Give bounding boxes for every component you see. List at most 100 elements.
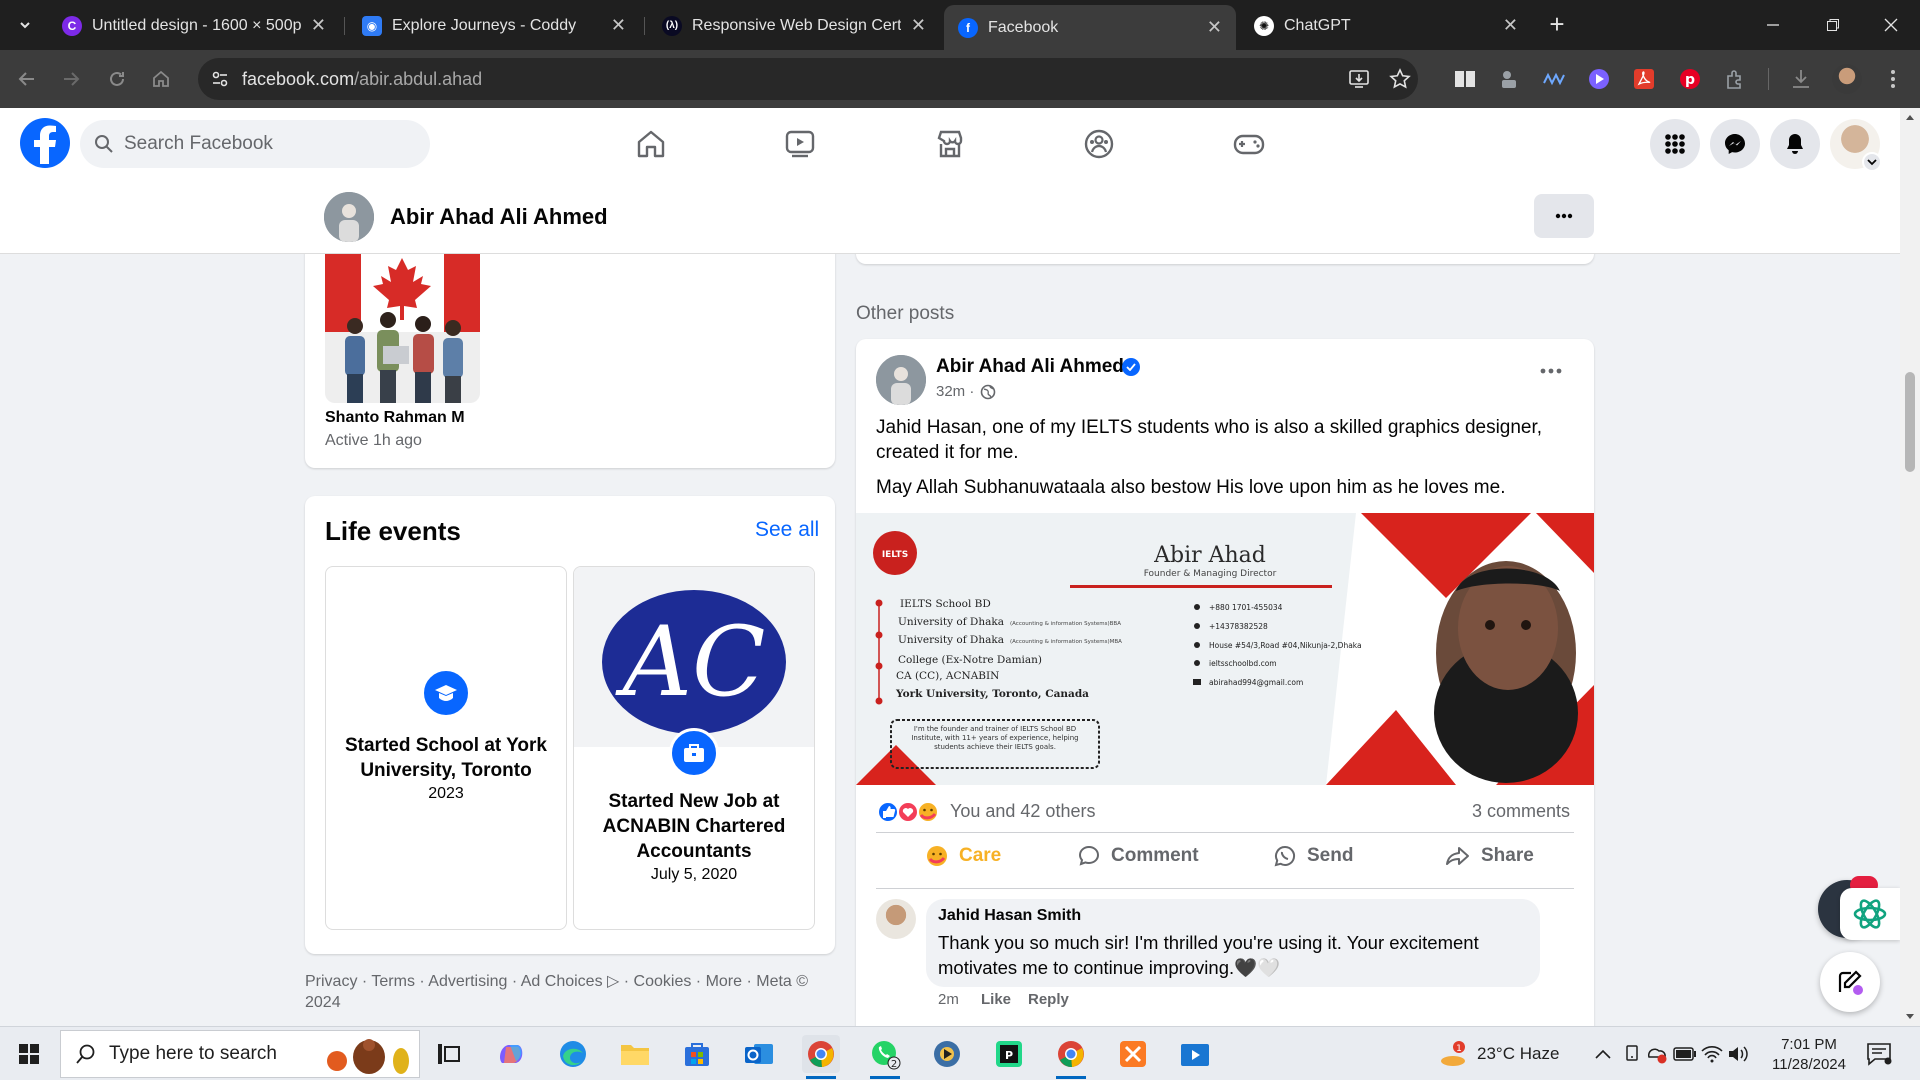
send-button[interactable]: Send [1273,834,1353,878]
edge-browser-icon[interactable] [554,1035,592,1073]
compose-message-icon[interactable] [1820,952,1880,1012]
close-tab-icon[interactable]: ✕ [311,15,326,36]
restore-icon[interactable] [1820,12,1846,38]
reload-icon[interactable] [104,66,130,92]
friend-photo[interactable] [325,254,480,403]
comment-time[interactable]: 2m [938,991,959,1008]
browser-tab[interactable]: ◉ Explore Journeys - Coddy ✕ [348,7,640,44]
video-player-icon[interactable] [1176,1035,1214,1073]
comment-count[interactable]: 3 comments [1472,801,1570,822]
copilot-icon[interactable] [492,1035,530,1073]
nav-gaming-icon[interactable] [1227,122,1271,166]
commenter-avatar[interactable] [876,899,916,939]
weather-text[interactable]: 23°C Haze [1477,1044,1559,1064]
life-event-tile[interactable]: Started School at York University, Toron… [325,566,567,930]
address-bar[interactable]: facebook.com/abir.abdul.ahad [198,58,1418,100]
scroll-down-arrow-icon[interactable] [1900,1010,1920,1024]
outlook-icon[interactable] [740,1035,778,1073]
profile-avatar-icon[interactable] [1832,64,1862,94]
comment-reply-button[interactable]: Reply [1028,991,1069,1008]
weather-icon[interactable]: 1 [1434,1035,1472,1073]
profile-avatar[interactable] [324,192,374,242]
comment-button[interactable]: Comment [1077,834,1199,878]
chrome-taskbar-icon[interactable] [802,1035,840,1079]
browser-tab[interactable]: (λ) Responsive Web Design Certific ✕ [648,7,940,44]
life-event-tile[interactable]: AC Started New Job at ACNABIN Chartered … [573,566,815,930]
notifications-bell-icon[interactable] [1770,119,1820,169]
comment-author[interactable]: Jahid Hasan Smith [938,907,1081,925]
reaction-count[interactable]: You and 42 others [950,801,1095,822]
more-options-button[interactable] [1534,194,1594,238]
share-button[interactable]: Share [1445,834,1534,878]
forward-icon[interactable] [58,66,84,92]
post-options-icon[interactable] [1534,354,1568,388]
footer-links[interactable]: Privacy · Terms · Advertising · Ad Choic… [305,971,835,1013]
extension-translate-icon[interactable] [1496,66,1522,92]
reading-mode-icon[interactable] [1452,66,1478,92]
home-icon[interactable] [148,66,174,92]
clock-date: 11/28/2024 [1772,1056,1846,1073]
page-scrollbar[interactable] [1900,108,1920,1026]
kebab-menu-icon[interactable] [1880,66,1906,92]
menu-grid-icon[interactable] [1650,119,1700,169]
taskbar-search-input[interactable] [109,1031,309,1077]
profile-name[interactable]: Abir Ahad Ali Ahmed [390,204,608,230]
friend-name[interactable]: Shanto Rahman M [325,409,465,427]
volume-icon[interactable] [1720,1035,1758,1073]
install-app-icon[interactable] [1348,67,1372,91]
extension-play-icon[interactable] [1586,66,1612,92]
taskbar-search-box[interactable] [60,1030,420,1078]
microsoft-store-icon[interactable] [678,1035,716,1073]
scroll-up-arrow-icon[interactable] [1900,110,1920,124]
see-all-link[interactable]: See all [755,518,819,542]
nav-groups-icon[interactable] [1077,122,1121,166]
extension-pinterest-icon[interactable]: p [1677,66,1703,92]
nav-home-icon[interactable] [629,122,673,166]
close-tab-icon[interactable]: ✕ [911,15,926,36]
close-tab-icon[interactable]: ✕ [611,15,626,36]
back-icon[interactable] [14,66,40,92]
extension-wave-icon[interactable] [1541,66,1567,92]
file-explorer-icon[interactable] [616,1035,654,1073]
account-chevron-down-icon[interactable] [1862,152,1882,172]
xampp-icon[interactable] [1114,1035,1152,1073]
system-clock[interactable]: 7:01 PM 11/28/2024 [1764,1035,1854,1075]
bookmark-star-icon[interactable] [1388,67,1412,91]
minimize-icon[interactable] [1760,12,1786,38]
media-app-icon[interactable] [928,1035,966,1073]
close-tab-icon[interactable]: ✕ [1503,15,1518,36]
post-author-name[interactable]: Abir Ahad Ali Ahmed [936,356,1124,378]
facebook-search-box[interactable] [80,120,430,168]
chatgpt-sidebar-icon[interactable] [1840,888,1900,940]
post-timestamp[interactable]: 32m · [936,383,974,400]
reaction-icons[interactable] [876,800,946,824]
scroll-thumb[interactable] [1905,372,1915,472]
new-tab-button[interactable]: + [1544,11,1570,38]
notification-center-icon[interactable] [1860,1035,1898,1073]
comment-like-button[interactable]: Like [981,991,1011,1008]
browser-tab-active[interactable]: f Facebook ✕ [944,5,1236,50]
pycharm-icon[interactable]: P [990,1035,1028,1073]
extension-pdf-icon[interactable] [1631,66,1657,92]
browser-tab[interactable]: ✺ ChatGPT ✕ [1240,7,1532,44]
post-image[interactable]: IELTS Abir Ahad Founder & Managing Direc… [856,513,1594,785]
close-window-icon[interactable] [1878,12,1904,38]
nav-video-icon[interactable] [778,122,822,166]
close-tab-icon[interactable]: ✕ [1207,17,1222,38]
windows-start-icon[interactable] [10,1035,48,1073]
nav-marketplace-icon[interactable] [928,122,972,166]
chrome-profile-icon[interactable] [1052,1035,1090,1079]
downloads-icon[interactable] [1788,66,1814,92]
url-text: facebook.com/abir.abdul.ahad [242,69,482,90]
facebook-logo-icon[interactable] [20,118,70,168]
messenger-icon[interactable] [1710,119,1760,169]
extensions-puzzle-icon[interactable] [1722,66,1748,92]
whatsapp-icon[interactable]: 2 [866,1035,904,1079]
site-settings-icon[interactable] [208,67,232,91]
care-button[interactable]: Care [925,834,1001,878]
search-input[interactable] [124,120,414,168]
post-author-avatar[interactable] [876,355,926,405]
tab-search-chevron-icon[interactable] [12,12,38,38]
browser-tab[interactable]: C Untitled design - 1600 × 500px ✕ [48,7,340,44]
task-view-icon[interactable] [430,1035,468,1073]
